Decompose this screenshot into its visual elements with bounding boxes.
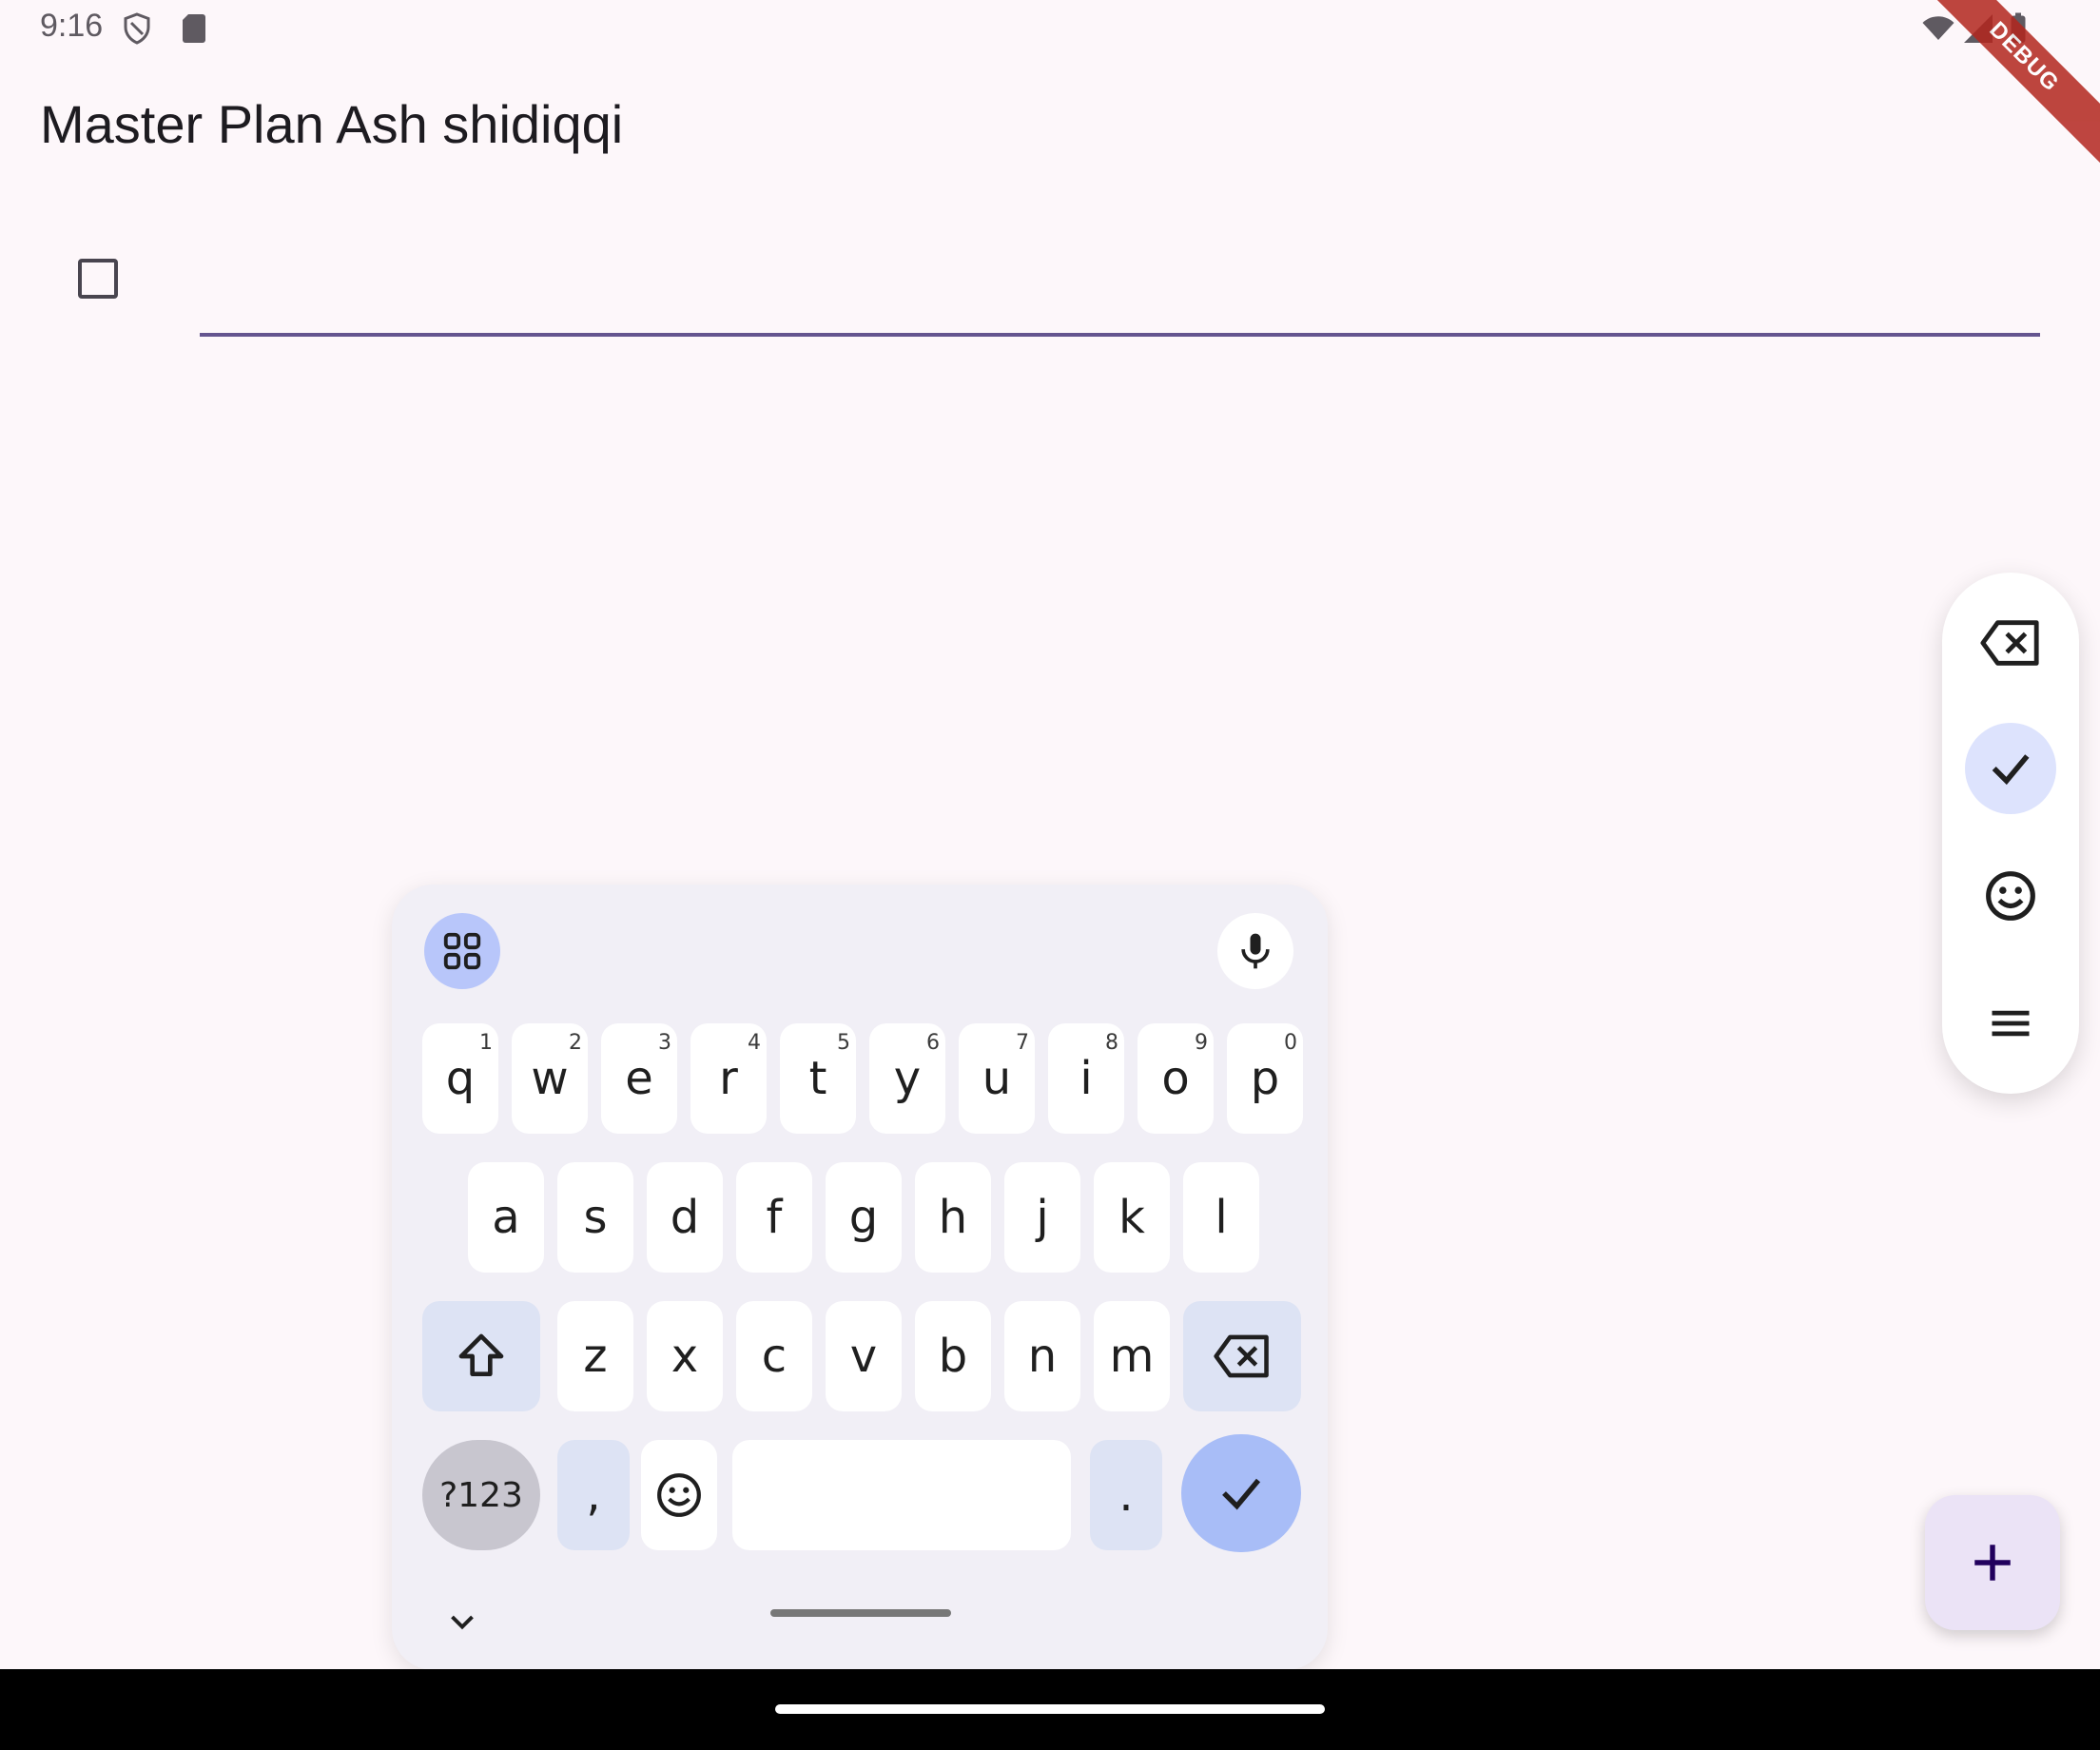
key-z[interactable]: z (557, 1301, 633, 1411)
plus-icon (1974, 1545, 2011, 1581)
period-key[interactable]: . (1090, 1440, 1162, 1550)
key-hint: 8 (1105, 1031, 1118, 1055)
task-checkbox[interactable] (78, 259, 118, 299)
toolbar-emoji-button[interactable] (1965, 850, 2056, 942)
key-hint: 9 (1195, 1031, 1208, 1055)
key-b[interactable]: b (915, 1301, 991, 1411)
key-label: t (808, 1052, 827, 1105)
key-f[interactable]: f (736, 1162, 812, 1273)
key-r[interactable]: r4 (690, 1023, 767, 1134)
key-hint: 6 (926, 1031, 940, 1055)
toolbar-menu-button[interactable] (1965, 978, 2056, 1069)
key-hint: 3 (658, 1031, 671, 1055)
key-u[interactable]: u7 (959, 1023, 1035, 1134)
key-d[interactable]: d (647, 1162, 723, 1273)
key-hint: 7 (1016, 1031, 1029, 1055)
emoji-icon (1986, 871, 2035, 921)
key-h[interactable]: h (915, 1162, 991, 1273)
key-p[interactable]: p0 (1227, 1023, 1303, 1134)
keyboard-apps-button[interactable] (424, 913, 500, 989)
key-hint: 5 (837, 1031, 850, 1055)
key-v[interactable]: v (826, 1301, 902, 1411)
key-a[interactable]: a (468, 1162, 544, 1273)
check-icon (1222, 1478, 1261, 1510)
home-gesture-pill[interactable] (775, 1704, 1325, 1714)
check-icon (1992, 754, 2030, 786)
key-o[interactable]: o9 (1138, 1023, 1214, 1134)
key-label: y (893, 1052, 922, 1105)
shield-icon (124, 12, 150, 45)
key-j[interactable]: j (1004, 1162, 1080, 1273)
key-w[interactable]: w2 (512, 1023, 588, 1134)
task-input-underline (200, 333, 2040, 337)
key-t[interactable]: t5 (780, 1023, 856, 1134)
key-hint: 2 (569, 1031, 582, 1055)
key-label: u (982, 1052, 1012, 1105)
floating-keyboard-toolbar (1942, 573, 2079, 1094)
key-label: o (1161, 1052, 1190, 1105)
status-bar: 9:16 (0, 0, 2100, 59)
apps-grid-icon (443, 932, 481, 970)
key-g[interactable]: g (826, 1162, 902, 1273)
menu-icon (1992, 1010, 2030, 1037)
emoji-icon (657, 1473, 701, 1517)
key-l[interactable]: l (1183, 1162, 1259, 1273)
key-label: e (625, 1052, 653, 1105)
backspace-icon (1980, 620, 2039, 666)
key-k[interactable]: k (1094, 1162, 1170, 1273)
key-q[interactable]: q1 (422, 1023, 498, 1134)
backspace-icon (1214, 1334, 1269, 1378)
emoji-key[interactable] (641, 1440, 717, 1550)
key-label: q (445, 1052, 476, 1105)
hide-keyboard-button[interactable] (434, 1594, 491, 1651)
keyboard-mic-button[interactable] (1217, 913, 1293, 989)
key-label: i (1079, 1052, 1093, 1105)
key-hint: 1 (479, 1031, 493, 1055)
microphone-icon (1241, 933, 1270, 969)
floating-keyboard: q1 w2 e3 r4 t5 y6 u7 i8 o9 p0 a s d f g … (392, 885, 1328, 1670)
wifi-icon (1922, 16, 1954, 40)
backspace-key[interactable] (1183, 1301, 1301, 1411)
enter-key[interactable] (1181, 1434, 1301, 1552)
key-label: r (719, 1052, 738, 1105)
task-description-field[interactable] (200, 249, 2044, 333)
sd-card-icon (183, 14, 205, 43)
key-s[interactable]: s (557, 1162, 633, 1273)
key-y[interactable]: y6 (869, 1023, 945, 1134)
key-e[interactable]: e3 (601, 1023, 677, 1134)
toolbar-backspace-button[interactable] (1965, 597, 2056, 689)
key-c[interactable]: c (736, 1301, 812, 1411)
toolbar-check-button[interactable] (1965, 723, 2056, 814)
shift-key[interactable] (422, 1301, 540, 1411)
page-title: Master Plan Ash shidiqqi (40, 94, 624, 154)
key-hint: 0 (1284, 1031, 1297, 1055)
keyboard-drag-handle[interactable] (770, 1609, 951, 1617)
key-m[interactable]: m (1094, 1301, 1170, 1411)
key-n[interactable]: n (1004, 1301, 1080, 1411)
key-hint: 4 (748, 1031, 761, 1055)
comma-key[interactable]: , (557, 1440, 630, 1550)
status-time: 9:16 (40, 8, 104, 44)
shift-icon (458, 1333, 504, 1376)
add-task-button[interactable] (1925, 1495, 2060, 1630)
key-x[interactable]: x (647, 1301, 723, 1411)
key-i[interactable]: i8 (1048, 1023, 1124, 1134)
key-label: w (531, 1052, 569, 1105)
spacebar-key[interactable] (732, 1440, 1071, 1550)
key-label: p (1250, 1052, 1280, 1105)
symbols-key[interactable]: ?123 (422, 1440, 540, 1550)
chevron-down-icon (451, 1615, 474, 1630)
